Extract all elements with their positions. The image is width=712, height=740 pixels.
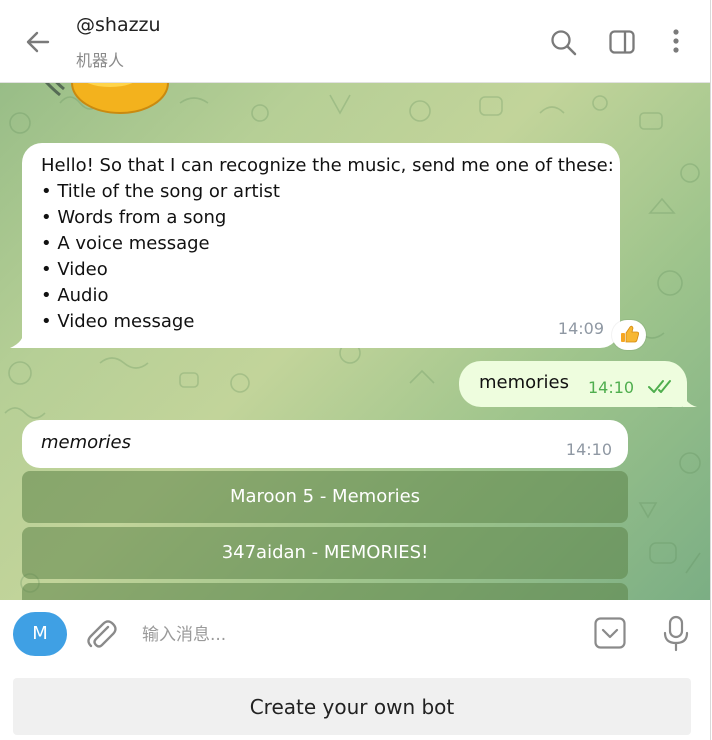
message-composer: M — [0, 600, 710, 670]
search-icon — [551, 30, 577, 56]
chat-title[interactable]: @shazzu — [76, 14, 161, 36]
message-line: • Video message — [41, 311, 195, 332]
chat-header: @shazzu 机器人 — [0, 0, 710, 83]
sidebar-toggle-button[interactable] — [607, 27, 637, 57]
double-check-icon — [648, 380, 671, 393]
chat-messages-area[interactable]: Hello! So that I can recognize the music… — [0, 83, 710, 600]
message-time: 14:10 — [565, 440, 612, 459]
message-line: • Title of the song or artist — [41, 181, 280, 202]
incoming-message-bubble[interactable]: Hello! So that I can recognize the music… — [22, 143, 620, 348]
sidebar-toggle-icon — [609, 30, 635, 54]
telegram-chat-window: @shazzu 机器人 Hello! So that I can recogni… — [0, 0, 711, 740]
message-text: memories — [41, 432, 132, 453]
back-button[interactable] — [22, 26, 54, 58]
paperclip-icon[interactable] — [84, 617, 118, 653]
create-bot-button[interactable]: Create your own bot — [13, 678, 691, 735]
message-time: 14:10 — [588, 378, 635, 397]
message-text: memories — [479, 372, 570, 393]
more-options-button[interactable] — [661, 27, 691, 57]
chat-subtitle: 机器人 — [76, 51, 125, 70]
back-arrow-icon — [26, 31, 50, 53]
message-input[interactable] — [140, 618, 574, 652]
search-button[interactable] — [548, 27, 578, 57]
more-vertical-icon — [673, 29, 679, 53]
message-line: • Audio — [41, 285, 109, 306]
inline-button-result-3[interactable] — [22, 583, 628, 600]
reaction-badge[interactable] — [612, 320, 646, 350]
microphone-icon[interactable] — [660, 615, 692, 653]
inline-button-result-2[interactable]: 347aidan - MEMORIES! — [22, 527, 628, 579]
duck-sticker[interactable] — [30, 83, 180, 123]
message-time: 14:09 — [557, 319, 604, 338]
message-line: • Words from a song — [41, 207, 227, 228]
outgoing-message-bubble[interactable]: memories 14:10 — [459, 361, 687, 407]
message-line: • A voice message — [41, 233, 210, 254]
inline-button-result-1[interactable]: Maroon 5 - Memories — [22, 471, 628, 523]
message-line: Hello! So that I can recognize the music… — [41, 155, 614, 176]
bot-commands-icon[interactable] — [594, 617, 626, 649]
message-line: • Video — [41, 259, 108, 280]
avatar[interactable]: M — [13, 612, 67, 656]
bot-reply-bubble[interactable]: memories 14:10 — [22, 420, 628, 468]
thumbs-up-icon — [621, 325, 639, 343]
